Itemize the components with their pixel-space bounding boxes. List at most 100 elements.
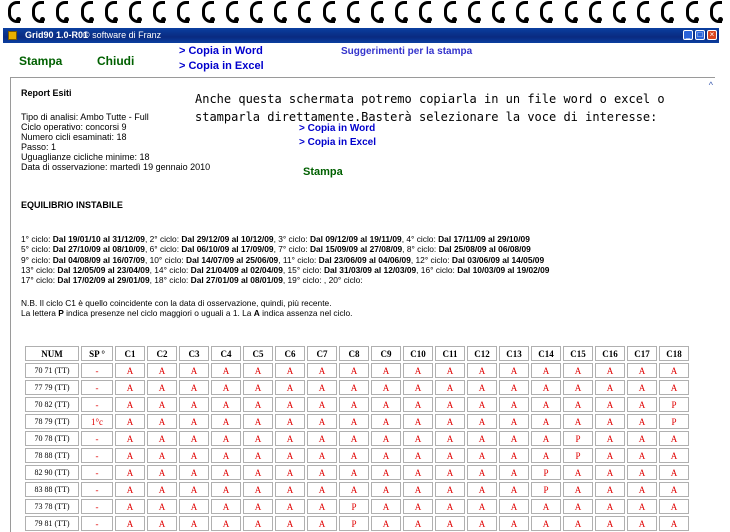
- table-cell: A: [147, 516, 177, 531]
- table-cell: A: [371, 482, 401, 497]
- table-row: 83 88 (TT) - A A A A A A A A A A A A A P A A A A: [25, 482, 689, 497]
- column-header: SP °: [81, 346, 113, 361]
- table-cell: A: [179, 380, 209, 395]
- table-cell: P: [531, 482, 561, 497]
- maximize-icon[interactable]: □: [695, 30, 705, 40]
- number-cell: 78 79 (TT): [25, 414, 79, 429]
- table-cell: A: [499, 499, 529, 514]
- spiral-ring: [709, 1, 723, 23]
- column-header: C4: [211, 346, 241, 361]
- report-title: Report Esiti: [21, 88, 72, 98]
- spiral-ring: [129, 1, 142, 23]
- chiudi-button[interactable]: Chiudi: [97, 54, 134, 68]
- table-cell: A: [563, 363, 593, 378]
- table-cell: A: [659, 380, 689, 395]
- text-segment: 9° ciclo:: [21, 254, 53, 265]
- table-cell: A: [243, 465, 273, 480]
- table-cell: A: [531, 448, 561, 463]
- info-passo: Passo: 1: [21, 142, 57, 152]
- spiral-ring: [225, 1, 239, 23]
- table-cell: A: [403, 482, 433, 497]
- table-cell: A: [627, 380, 657, 395]
- text-segment: , 10° ciclo:: [144, 254, 187, 265]
- table-cell: A: [339, 465, 369, 480]
- table-cell: A: [563, 499, 593, 514]
- table-cell: A: [211, 499, 241, 514]
- table-cell: A: [531, 397, 561, 412]
- text-segment: Dal 19/01/10 al 31/12/09: [52, 234, 145, 244]
- table-cell: A: [499, 465, 529, 480]
- text-segment: , 19° ciclo: , 20° ciclo:: [282, 275, 363, 286]
- table-cell: A: [115, 397, 145, 412]
- close-icon[interactable]: ×: [707, 30, 717, 40]
- table-header-row: NUM SP ° C1 C2 C3 C4 C5 C6 C7 C8 C9 C10 C11 C12 C13 C14…: [25, 346, 689, 361]
- table-cell: A: [275, 448, 305, 463]
- table-cell: A: [563, 414, 593, 429]
- cycle-line: 17° ciclo: Dal 17/02/09 al 29/01/09, 18°…: [21, 275, 549, 285]
- spiral-ring: [298, 1, 312, 23]
- table-cell: A: [435, 363, 465, 378]
- window-subtitle: © software di Franz: [83, 30, 162, 40]
- report-stampa-button[interactable]: Stampa: [303, 166, 343, 178]
- scroll-up-icon[interactable]: ^: [709, 80, 713, 90]
- table-row: 73 78 (TT) - A A A A A A A P A A A A A A A A A A: [25, 499, 689, 514]
- table-cell: A: [563, 397, 593, 412]
- info-data: Data di osservazione: martedì 19 gennaio…: [21, 162, 211, 172]
- table-cell: -: [81, 448, 113, 463]
- table-cell: A: [179, 516, 209, 531]
- table-cell: A: [115, 431, 145, 446]
- copia-word-link[interactable]: > Copia in Word: [179, 45, 263, 57]
- table-cell: A: [659, 363, 689, 378]
- column-header: C9: [371, 346, 401, 361]
- table-row: 78 79 (TT) 1°c A A A A A A A A A A A A A A A A A P: [25, 414, 689, 429]
- text-segment: Dal 29/12/09 al 10/12/09: [181, 234, 274, 244]
- table-cell: A: [435, 380, 465, 395]
- table-cell: A: [467, 482, 497, 497]
- suggerimenti-link[interactable]: Suggerimenti per la stampa: [341, 46, 472, 57]
- table-cell: A: [307, 363, 337, 378]
- report-copia-excel-link[interactable]: > Copia in Excel: [299, 137, 376, 148]
- table-cell: P: [659, 397, 689, 412]
- table-cell: A: [467, 516, 497, 531]
- minimize-icon[interactable]: _: [683, 30, 693, 40]
- stampa-button[interactable]: Stampa: [19, 54, 62, 68]
- table-cell: A: [659, 482, 689, 497]
- spiral-ring: [588, 1, 602, 23]
- table-cell: A: [339, 380, 369, 395]
- table-cell: A: [595, 431, 625, 446]
- text-segment: , 6° ciclo:: [144, 244, 182, 255]
- report-copia-word-link[interactable]: > Copia in Word: [299, 123, 375, 134]
- table-cell: P: [563, 448, 593, 463]
- copia-excel-link[interactable]: > Copia in Excel: [179, 60, 264, 72]
- table-cell: P: [659, 414, 689, 429]
- number-cell: 78 88 (TT): [25, 448, 79, 463]
- table-cell: A: [371, 431, 401, 446]
- info-ciclo: Ciclo operativo: concorsi 9: [21, 122, 127, 132]
- table-cell: A: [531, 431, 561, 446]
- text-segment: indica presenze nel ciclo maggiori o ugu…: [63, 308, 254, 319]
- table-cell: A: [403, 516, 433, 531]
- table-cell: A: [147, 499, 177, 514]
- table-cell: A: [339, 448, 369, 463]
- text-segment: Dal 09/12/09 al 19/11/09: [309, 234, 402, 244]
- table-cell: A: [275, 499, 305, 514]
- table-cell: A: [627, 482, 657, 497]
- table-cell: A: [275, 516, 305, 531]
- table-cell: A: [179, 499, 209, 514]
- table-cell: A: [563, 380, 593, 395]
- table-cell: A: [499, 380, 529, 395]
- column-header: C18: [659, 346, 689, 361]
- spiral-ring: [274, 1, 288, 23]
- table-cell: A: [243, 397, 273, 412]
- table-cell: A: [307, 499, 337, 514]
- table-cell: A: [307, 414, 337, 429]
- table-cell: A: [595, 380, 625, 395]
- table-cell: A: [627, 431, 657, 446]
- spiral-ring: [371, 1, 384, 23]
- table-cell: A: [435, 465, 465, 480]
- table-cell: A: [307, 516, 337, 531]
- table-cell: A: [563, 482, 593, 497]
- table-row: 70 71 (TT) - A A A A A A A A A A A A A A A A A A: [25, 363, 689, 378]
- number-cell: 70 71 (TT): [25, 363, 79, 378]
- toolbar: Stampa Chiudi > Copia in Word > Copia in…: [3, 43, 719, 77]
